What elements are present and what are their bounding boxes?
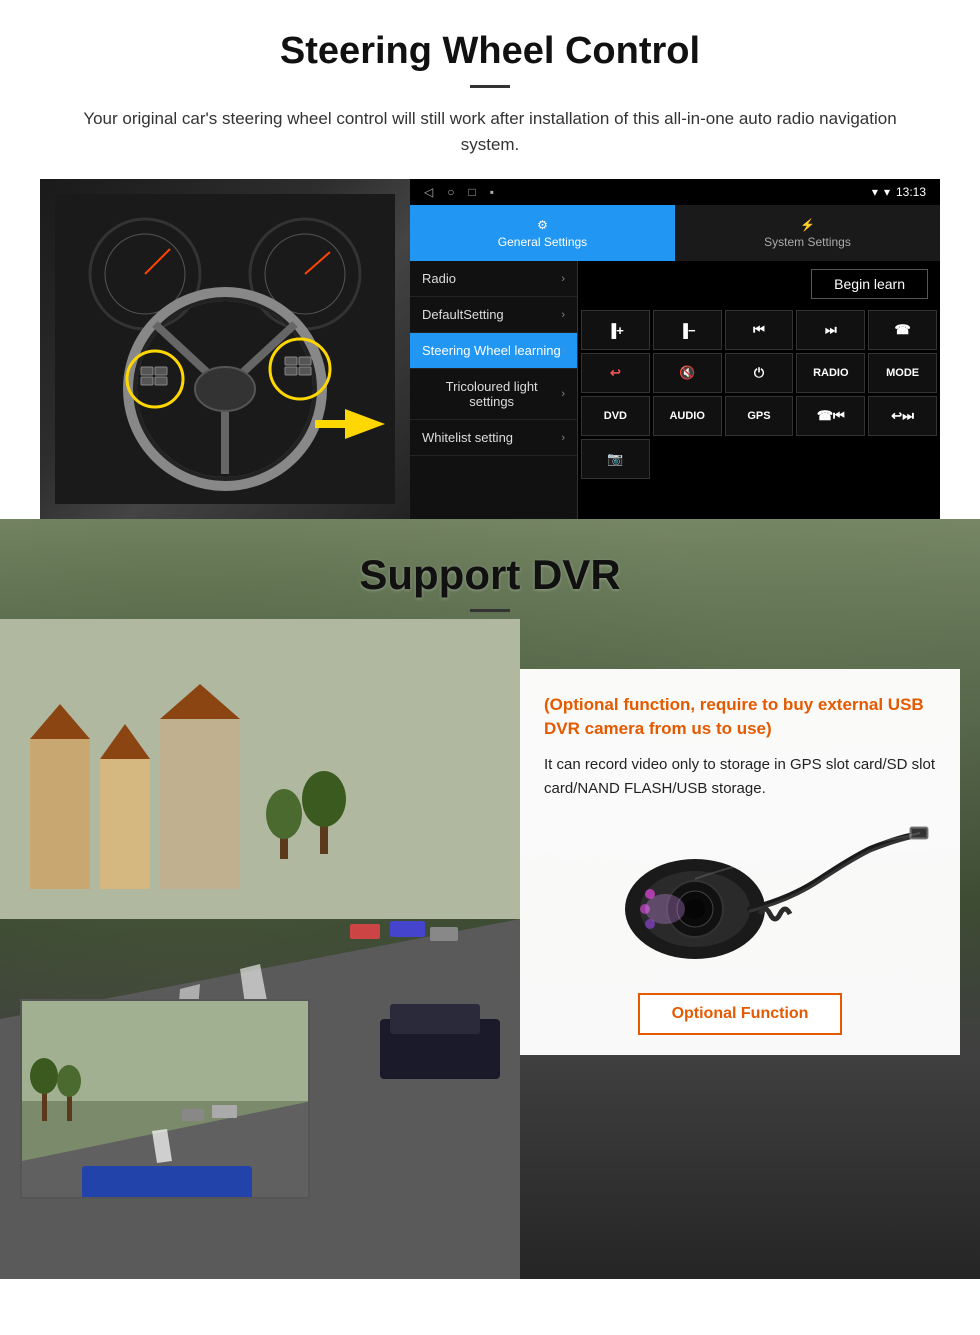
settings-tabs: ⚙ General Settings ⚡ System Settings (410, 205, 940, 261)
steering-title: Steering Wheel Control (40, 30, 940, 73)
dvr-title-divider (470, 609, 510, 612)
dvd-button[interactable]: DVD (581, 396, 650, 436)
steering-ui-container: ◁ ○ □ ▪ ▾ ▾ 13:13 ⚙ General Settings (40, 179, 940, 519)
dvr-camera-svg (550, 819, 930, 974)
tab-system[interactable]: ⚡ System Settings (675, 205, 940, 261)
tab-general[interactable]: ⚙ General Settings (410, 205, 675, 261)
control-grid: Begin learn ▐+ ▐− ⏮ (578, 261, 940, 519)
dvr-title: Support DVR (359, 551, 620, 599)
topbar-status: ▾ ▾ 13:13 (872, 185, 926, 199)
back-next-button[interactable]: ↩⏭ (868, 396, 937, 436)
dvr-camera-image (544, 817, 936, 977)
next-icon: ⏭ (825, 322, 837, 338)
vol-up-button[interactable]: ▐+ (581, 310, 650, 350)
begin-learn-row: Begin learn (578, 261, 940, 307)
audio-button[interactable]: AUDIO (653, 396, 722, 436)
gear-icon: ⚙ (537, 218, 548, 232)
steering-section: Steering Wheel Control Your original car… (0, 0, 980, 519)
menu-item-default[interactable]: DefaultSetting › (410, 297, 577, 333)
dvr-optional-text: (Optional function, require to buy exter… (544, 693, 936, 741)
begin-learn-button[interactable]: Begin learn (811, 269, 928, 299)
menu-steering-label: Steering Wheel learning (422, 343, 561, 358)
settings-content: Radio › DefaultSetting › Steering Wheel … (410, 261, 940, 519)
menu-item-tricolour[interactable]: Tricoloured light settings › (410, 369, 577, 420)
steering-wheel-svg (55, 194, 395, 504)
signal-icon: ▾ (872, 185, 878, 199)
dvr-info-box: (Optional function, require to buy exter… (520, 669, 960, 1055)
wifi-icon: ▾ (884, 185, 890, 199)
steering-description: Your original car's steering wheel contr… (80, 106, 900, 157)
preview-road-svg (22, 1001, 310, 1199)
chevron-radio-icon: › (561, 273, 565, 285)
power-icon: ⏻ (754, 365, 764, 381)
phone-button[interactable]: ☎ (868, 310, 937, 350)
hangup-icon: ↩ (610, 365, 621, 381)
mode-button[interactable]: MODE (868, 353, 937, 393)
dvr-section: Support DVR (0, 519, 980, 1279)
menu-item-steering[interactable]: Steering Wheel learning › (410, 333, 577, 369)
title-divider-1 (470, 85, 510, 88)
prev-button[interactable]: ⏮ (725, 310, 794, 350)
settings-list: Radio › DefaultSetting › Steering Wheel … (410, 261, 578, 519)
dvr-title-area: Support DVR (359, 519, 620, 628)
topbar-nav-buttons: ◁ ○ □ ▪ (424, 185, 494, 199)
menu-nav-icon[interactable]: ▪ (490, 185, 494, 199)
camera-button[interactable]: 📷 (581, 439, 650, 479)
home-nav-icon[interactable]: ○ (447, 185, 454, 199)
dvr-background: Support DVR (0, 519, 980, 1279)
menu-whitelist-label: Whitelist setting (422, 430, 513, 445)
optional-function-button[interactable]: Optional Function (638, 993, 843, 1035)
vol-down-icon: ▐− (679, 323, 696, 338)
phone-icon: ☎ (894, 322, 910, 338)
radio-label: RADIO (813, 367, 848, 379)
chevron-tricolour-icon: › (561, 388, 565, 400)
menu-radio-label: Radio (422, 271, 456, 286)
vol-down-button[interactable]: ▐− (653, 310, 722, 350)
hangup-button[interactable]: ↩ (581, 353, 650, 393)
tab-general-label: General Settings (498, 235, 587, 249)
recents-nav-icon[interactable]: □ (468, 185, 475, 199)
audio-label: AUDIO (669, 410, 704, 422)
steering-wheel-photo (40, 179, 410, 519)
gps-button[interactable]: GPS (725, 396, 794, 436)
dvr-description: It can record video only to storage in G… (544, 753, 936, 801)
dashcam-preview (20, 999, 310, 1199)
menu-tricolour-label: Tricoloured light settings (422, 379, 561, 409)
gps-label: GPS (747, 410, 770, 422)
dvd-label: DVD (604, 410, 627, 422)
mode-label: MODE (886, 367, 919, 379)
optional-function-wrapper: Optional Function (544, 993, 936, 1035)
chevron-steering-icon: › (561, 345, 565, 357)
mute-icon: 🔇 (679, 365, 695, 381)
menu-item-radio[interactable]: Radio › (410, 261, 577, 297)
tab-system-label: System Settings (764, 235, 851, 249)
camera-icon: 📷 (607, 451, 623, 467)
android-panel: ◁ ○ □ ▪ ▾ ▾ 13:13 ⚙ General Settings (410, 179, 940, 519)
chevron-default-icon: › (561, 309, 565, 321)
android-topbar: ◁ ○ □ ▪ ▾ ▾ 13:13 (410, 179, 940, 205)
menu-default-label: DefaultSetting (422, 307, 504, 322)
radio-button[interactable]: RADIO (796, 353, 865, 393)
control-buttons-grid: ▐+ ▐− ⏮ ⏭ ☎ (578, 307, 940, 482)
phone-prev-icon: ☎⏮ (817, 408, 845, 424)
status-time: 13:13 (896, 185, 926, 199)
power-button[interactable]: ⏻ (725, 353, 794, 393)
next-button[interactable]: ⏭ (796, 310, 865, 350)
mute-button[interactable]: 🔇 (653, 353, 722, 393)
prev-icon: ⏮ (753, 322, 765, 338)
system-icon: ⚡ (800, 218, 815, 232)
phone-prev-button[interactable]: ☎⏮ (796, 396, 865, 436)
menu-item-whitelist[interactable]: Whitelist setting › (410, 420, 577, 456)
back-nav-icon[interactable]: ◁ (424, 185, 433, 199)
chevron-whitelist-icon: › (561, 432, 565, 444)
back-next-icon: ↩⏭ (891, 408, 914, 424)
vol-up-icon: ▐+ (607, 323, 624, 338)
